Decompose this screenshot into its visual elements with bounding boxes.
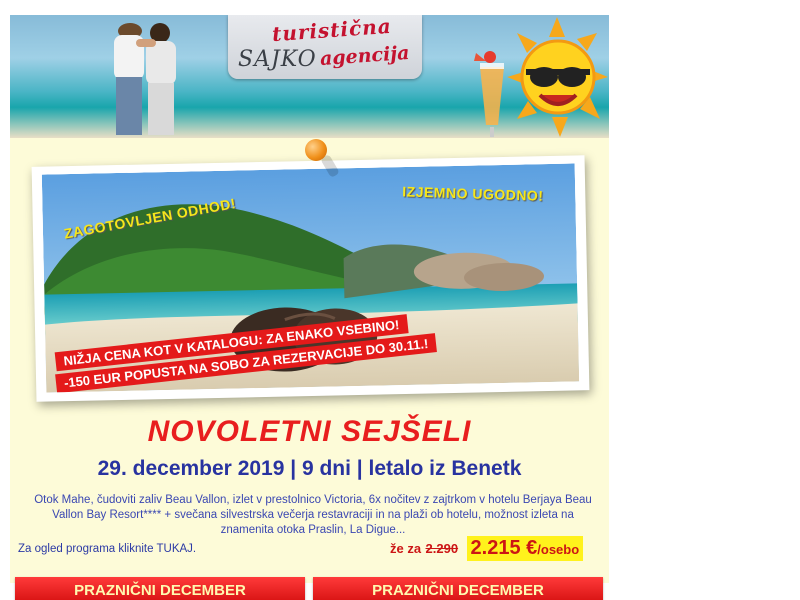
category-button-holiday-december-2[interactable]: PRAZNIČNI DECEMBER — [313, 577, 603, 600]
program-link[interactable]: Za ogled programa kliknite TUKAJ. — [18, 543, 196, 555]
beach-photo[interactable]: ZAGOTOVLJEN ODHOD! IZJEMNO UGODNO! NIŽJA… — [41, 163, 580, 393]
pushpin-icon — [305, 139, 327, 161]
logo-text-agencija: agencija — [319, 41, 411, 71]
category-button-holiday-december[interactable]: PRAZNIČNI DECEMBER — [15, 577, 305, 600]
newsletter: turistična SAJKO agencija ZAGOTOVLJEN OD… — [10, 15, 609, 600]
couple-image — [114, 23, 176, 135]
price-old: 2.290 — [425, 541, 459, 556]
sun-mascot-icon — [474, 17, 608, 137]
price-prefix: že za — [390, 541, 422, 556]
price-highlight: 2.215 €/osebo — [466, 536, 584, 561]
price-block: že za 2.290 2.215 €/osebo — [390, 536, 584, 562]
offer-description: Otok Mahe, čudoviti zaliv Beau Vallon, i… — [34, 494, 592, 536]
header-banner: turistična SAJKO agencija — [10, 15, 609, 138]
agency-logo[interactable]: turistična SAJKO agencija — [228, 15, 422, 79]
price-unit: /osebo — [537, 542, 580, 557]
offer-subtitle: 29. december 2019 | 9 dni | letalo iz Be… — [97, 457, 522, 480]
price-new: 2.215 € — [470, 537, 538, 559]
logo-text-sajko: SAJKO — [238, 47, 317, 72]
promo-photo-frame[interactable]: ZAGOTOVLJEN ODHOD! IZJEMNO UGODNO! NIŽJA… — [31, 155, 590, 402]
logo-text-turisticna: turistična — [271, 15, 393, 47]
offer-title[interactable]: NOVOLETNI SEJŠELI — [10, 415, 609, 449]
